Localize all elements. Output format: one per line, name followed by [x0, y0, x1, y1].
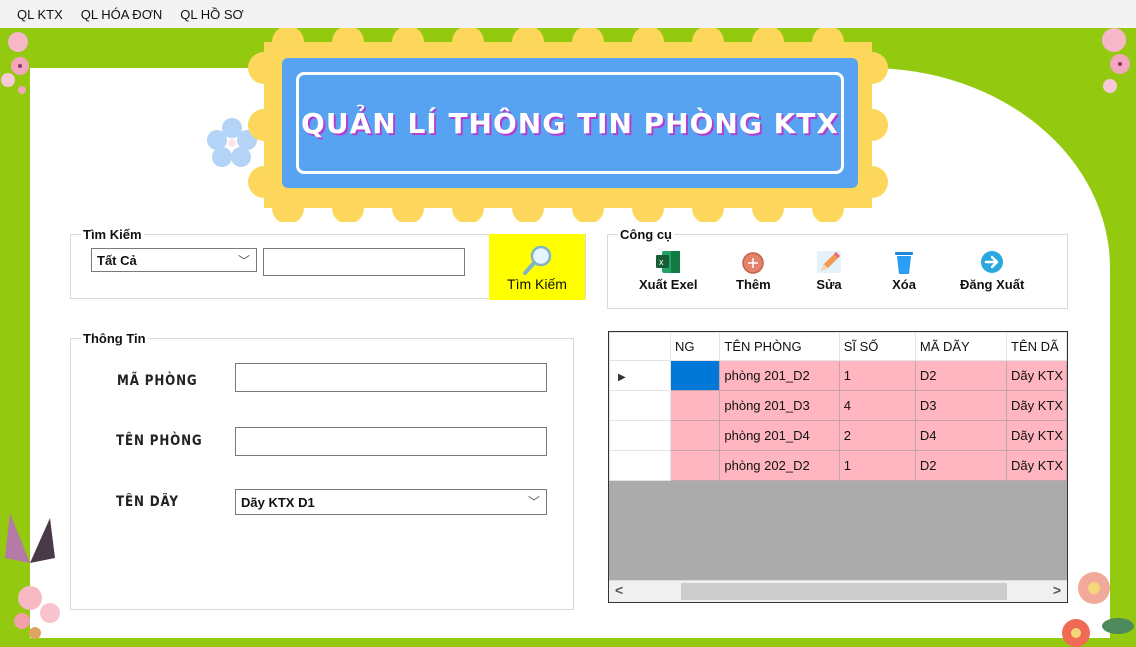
- logout-label: Đăng Xuất: [960, 277, 1025, 292]
- column-header-ten-day[interactable]: TÊN DÃ: [1006, 332, 1067, 361]
- delete-button[interactable]: Xóa: [892, 249, 916, 292]
- scrollbar-thumb[interactable]: [681, 583, 1007, 600]
- export-excel-label: Xuất Exel: [639, 277, 698, 292]
- row-header[interactable]: ▶: [609, 360, 671, 391]
- column-header-si-so[interactable]: SĨ SỐ: [838, 332, 916, 361]
- cell-ma-day[interactable]: D2: [914, 360, 1008, 391]
- ten-day-value: Dãy KTX D1: [241, 494, 315, 510]
- flower-decoration-top-right-icon: [1102, 28, 1130, 93]
- chevron-down-icon: ﹀: [237, 254, 250, 268]
- row-header[interactable]: [609, 420, 671, 451]
- table-row[interactable]: phòng 202_D2 1 D2 Dãy KTX: [609, 450, 1067, 481]
- table-row[interactable]: phòng 201_D3 4 D3 Dãy KTX: [609, 390, 1067, 421]
- row-header[interactable]: [609, 390, 671, 421]
- form-background: QUẢN LÍ THÔNG TIN PHÒNG KTX Tìm Kiếm Tất…: [0, 28, 1136, 647]
- flower-decoration-bottom-right-icon: [1062, 572, 1134, 647]
- export-excel-button[interactable]: x Xuất Exel: [639, 249, 698, 292]
- add-label: Thêm: [736, 277, 771, 292]
- ten-phong-label: TÊN PHÒNG: [116, 433, 203, 449]
- rooms-data-grid[interactable]: NG TÊN PHÒNG SĨ SỐ MÃ DÃY TÊN DÃ ▶ phòng…: [608, 331, 1068, 603]
- cell-ten-phong[interactable]: phòng 201_D4: [719, 420, 840, 451]
- grid-header-row: NG TÊN PHÒNG SĨ SỐ MÃ DÃY TÊN DÃ: [609, 332, 1067, 361]
- logout-arrow-icon: [981, 251, 1004, 273]
- add-circle-icon: [742, 252, 765, 274]
- menu-ql-ktx[interactable]: QL KTX: [8, 7, 72, 22]
- search-filter-dropdown[interactable]: Tất Cả ﹀: [91, 248, 257, 272]
- add-button[interactable]: Thêm: [736, 249, 771, 292]
- menu-ql-hoa-don[interactable]: QL HÓA ĐƠN: [72, 7, 171, 22]
- flower-decoration-top-left-icon: [1, 32, 29, 94]
- cell-ma-phong[interactable]: [669, 360, 721, 391]
- ten-day-dropdown[interactable]: Dãy KTX D1 ﹀: [235, 489, 547, 515]
- magnifier-icon: [523, 245, 552, 275]
- page-title: QUẢN LÍ THÔNG TIN PHÒNG KTX: [301, 106, 839, 140]
- menu-bar: QL KTX QL HÓA ĐƠN QL HỒ SƠ: [0, 0, 1136, 28]
- svg-text:x: x: [659, 257, 664, 267]
- cell-ma-phong[interactable]: [669, 390, 721, 421]
- cell-si-so[interactable]: 1: [838, 450, 916, 481]
- cell-si-so[interactable]: 4: [838, 390, 916, 421]
- search-button-label: Tìm Kiếm: [507, 276, 567, 292]
- title-banner: QUẢN LÍ THÔNG TIN PHÒNG KTX: [282, 58, 858, 188]
- column-header-ten-phong[interactable]: TÊN PHÒNG: [719, 332, 840, 361]
- cell-ten-day[interactable]: Dãy KTX: [1006, 360, 1067, 391]
- cell-ten-phong[interactable]: phòng 201_D2: [719, 360, 840, 391]
- cell-ten-phong[interactable]: phòng 202_D2: [719, 450, 840, 481]
- search-button[interactable]: Tìm Kiếm: [489, 234, 585, 300]
- trash-icon: [895, 252, 913, 274]
- edit-label: Sửa: [816, 277, 842, 292]
- cell-ten-day[interactable]: Dãy KTX: [1006, 420, 1067, 451]
- cell-si-so[interactable]: 1: [838, 360, 916, 391]
- search-filter-value: Tất Cả: [97, 252, 137, 268]
- ten-day-label: TÊN DÃY: [116, 494, 179, 510]
- butterfly-decoration-icon: [5, 513, 60, 639]
- delete-label: Xóa: [892, 277, 916, 292]
- cell-ma-day[interactable]: D2: [914, 450, 1008, 481]
- edit-button[interactable]: Sửa: [815, 249, 843, 292]
- chevron-down-icon: ﹀: [527, 495, 540, 509]
- pencil-icon: [817, 251, 841, 273]
- cell-ma-day[interactable]: D4: [914, 420, 1008, 451]
- table-row[interactable]: ▶ phòng 201_D2 1 D2 Dãy KTX: [609, 360, 1067, 391]
- cell-ten-phong[interactable]: phòng 201_D3: [719, 390, 840, 421]
- cell-ten-day[interactable]: Dãy KTX: [1006, 450, 1067, 481]
- scroll-left-arrow-icon[interactable]: <: [615, 582, 623, 598]
- current-row-marker-icon: ▶: [618, 372, 626, 383]
- row-header[interactable]: [609, 450, 671, 481]
- table-row[interactable]: phòng 201_D4 2 D4 Dãy KTX: [609, 420, 1067, 451]
- logout-button[interactable]: Đăng Xuất: [960, 249, 1024, 292]
- ma-phong-input[interactable]: [235, 363, 547, 392]
- search-input[interactable]: [263, 248, 465, 276]
- horizontal-scrollbar[interactable]: < >: [609, 580, 1067, 602]
- cell-ma-day[interactable]: D3: [914, 390, 1008, 421]
- column-header-ma-day[interactable]: MÃ DÃY: [914, 332, 1008, 361]
- column-header-ma-phong[interactable]: NG: [669, 332, 721, 361]
- cell-ten-day[interactable]: Dãy KTX: [1006, 390, 1067, 421]
- scroll-right-arrow-icon[interactable]: >: [1053, 582, 1061, 598]
- ten-phong-input[interactable]: [235, 427, 547, 456]
- cell-ma-phong[interactable]: [669, 420, 721, 451]
- ma-phong-label: MÃ PHÒNG: [117, 373, 198, 389]
- info-group-legend: Thông Tin: [83, 331, 146, 346]
- row-header-corner: [609, 332, 671, 361]
- search-group-legend: Tìm Kiếm: [83, 227, 142, 242]
- menu-ql-ho-so[interactable]: QL HỒ SƠ: [171, 7, 252, 22]
- excel-icon: x: [656, 251, 681, 273]
- cell-ma-phong[interactable]: [669, 450, 721, 481]
- cell-si-so[interactable]: 2: [838, 420, 916, 451]
